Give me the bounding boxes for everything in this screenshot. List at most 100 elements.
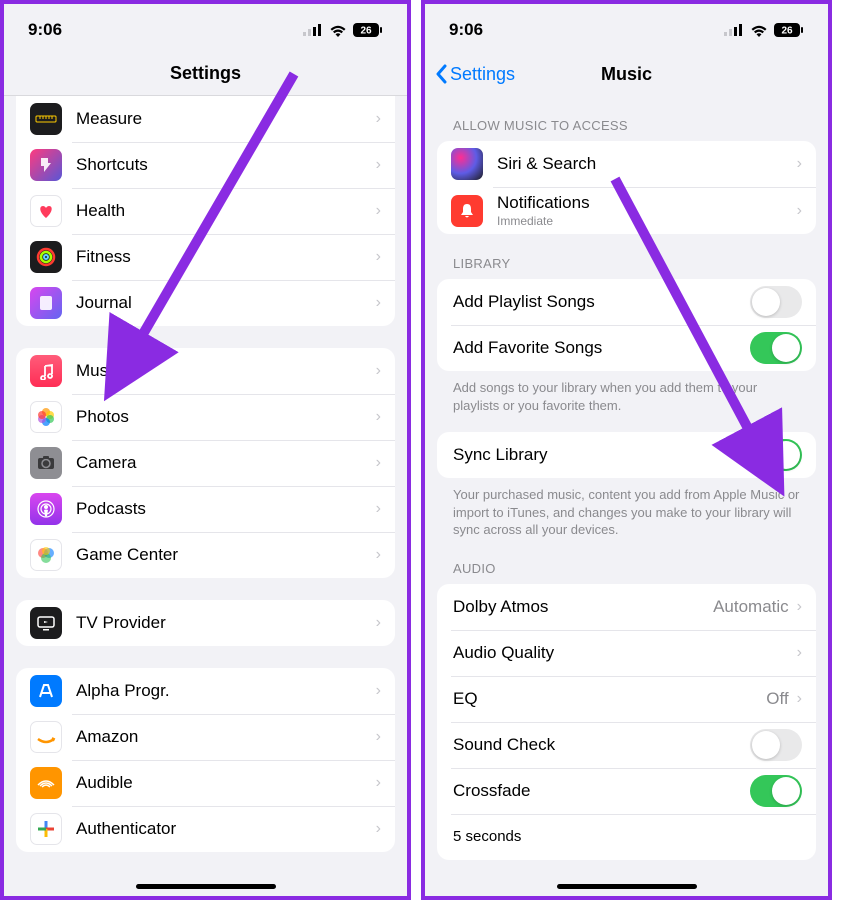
- chevron-right-icon: ›: [376, 820, 381, 838]
- photos-icon: [30, 401, 62, 433]
- row-camera[interactable]: Camera ›: [16, 440, 395, 486]
- toggle-sound-check[interactable]: [750, 729, 802, 761]
- row-label: Audible: [76, 773, 376, 793]
- row-label: Audio Quality: [453, 643, 797, 663]
- section-footer-library: Add songs to your library when you add t…: [425, 371, 828, 414]
- row-label: Authenticator: [76, 819, 376, 839]
- row-photos[interactable]: Photos ›: [16, 394, 395, 440]
- row-sync-library[interactable]: Sync Library: [437, 432, 816, 478]
- row-fitness[interactable]: Fitness ›: [16, 234, 395, 280]
- row-music[interactable]: Music ›: [16, 348, 395, 394]
- row-eq[interactable]: EQ Off ›: [437, 676, 816, 722]
- row-crossfade-time[interactable]: 5 seconds: [437, 814, 816, 860]
- row-label: Notifications: [497, 193, 797, 213]
- row-label: Alpha Progr.: [76, 681, 376, 701]
- nav-bar: Settings Music: [425, 52, 828, 96]
- back-button[interactable]: Settings: [435, 64, 515, 85]
- row-label: Game Center: [76, 545, 376, 565]
- row-measure[interactable]: Measure ›: [16, 96, 395, 142]
- row-tv-provider[interactable]: TV Provider ›: [16, 600, 395, 646]
- back-label: Settings: [450, 64, 515, 85]
- toggle-add-playlist-songs[interactable]: [750, 286, 802, 318]
- chevron-right-icon: ›: [376, 728, 381, 746]
- row-audio-quality[interactable]: Audio Quality ›: [437, 630, 816, 676]
- row-alpha-progr[interactable]: Alpha Progr. ›: [16, 668, 395, 714]
- row-audible[interactable]: Audible ›: [16, 760, 395, 806]
- row-authenticator[interactable]: Authenticator ›: [16, 806, 395, 852]
- toggle-sync-library[interactable]: [750, 439, 802, 471]
- health-icon: [30, 195, 62, 227]
- row-sound-check[interactable]: Sound Check: [437, 722, 816, 768]
- status-time: 9:06: [449, 20, 483, 40]
- row-label: Add Playlist Songs: [453, 292, 750, 312]
- section-header-library: Library: [425, 234, 828, 279]
- toggle-add-favorite-songs[interactable]: [750, 332, 802, 364]
- row-label: Amazon: [76, 727, 376, 747]
- row-label: Podcasts: [76, 499, 376, 519]
- chevron-right-icon: ›: [797, 598, 802, 616]
- row-value: Off: [766, 689, 788, 709]
- wifi-icon: [750, 24, 768, 37]
- row-add-playlist-songs[interactable]: Add Playlist Songs: [437, 279, 816, 325]
- row-label: 5 seconds: [453, 828, 802, 845]
- amazon-icon: [30, 721, 62, 753]
- settings-list[interactable]: Measure › Shortcuts › Health › Fitness ›…: [4, 96, 407, 896]
- chevron-right-icon: ›: [797, 202, 802, 220]
- notifications-icon: [451, 195, 483, 227]
- music-icon: [30, 355, 62, 387]
- row-shortcuts[interactable]: Shortcuts ›: [16, 142, 395, 188]
- row-label: Photos: [76, 407, 376, 427]
- row-dolby-atmos[interactable]: Dolby Atmos Automatic ›: [437, 584, 816, 630]
- chevron-right-icon: ›: [797, 644, 802, 662]
- row-podcasts[interactable]: Podcasts ›: [16, 486, 395, 532]
- chevron-right-icon: ›: [797, 690, 802, 708]
- siri-icon: [451, 148, 483, 180]
- row-label: Siri & Search: [497, 154, 797, 174]
- audible-icon: [30, 767, 62, 799]
- shortcuts-icon: [30, 149, 62, 181]
- row-siri-search[interactable]: Siri & Search ›: [437, 141, 816, 187]
- row-label: Health: [76, 201, 376, 221]
- row-notifications[interactable]: Notifications Immediate ›: [437, 187, 816, 234]
- chevron-right-icon: ›: [376, 362, 381, 380]
- fitness-icon: [30, 241, 62, 273]
- row-label: Measure: [76, 109, 376, 129]
- row-label: Dolby Atmos: [453, 597, 713, 617]
- camera-icon: [30, 447, 62, 479]
- toggle-crossfade[interactable]: [750, 775, 802, 807]
- status-time: 9:06: [28, 20, 62, 40]
- chevron-right-icon: ›: [376, 248, 381, 266]
- chevron-left-icon: [435, 64, 447, 84]
- chevron-right-icon: ›: [376, 202, 381, 220]
- row-value: Automatic: [713, 597, 789, 617]
- chevron-right-icon: ›: [376, 774, 381, 792]
- row-health[interactable]: Health ›: [16, 188, 395, 234]
- section-footer-sync: Your purchased music, content you add fr…: [425, 478, 828, 539]
- phone-right-music: 9:06 26 Settings Music Allow Music to Ac…: [421, 0, 832, 900]
- journal-icon: [30, 287, 62, 319]
- row-amazon[interactable]: Amazon ›: [16, 714, 395, 760]
- row-label: Music: [76, 361, 376, 381]
- svg-text:26: 26: [781, 26, 793, 37]
- row-label: Sync Library: [453, 445, 750, 465]
- svg-text:26: 26: [360, 26, 372, 37]
- row-crossfade[interactable]: Crossfade: [437, 768, 816, 814]
- row-journal[interactable]: Journal ›: [16, 280, 395, 326]
- chevron-right-icon: ›: [376, 110, 381, 128]
- nav-bar: Settings: [4, 52, 407, 96]
- wifi-icon: [329, 24, 347, 37]
- page-title: Settings: [170, 63, 241, 84]
- music-settings-list[interactable]: Allow Music to Access Siri & Search › No…: [425, 96, 828, 896]
- row-sublabel: Immediate: [497, 214, 797, 228]
- authenticator-icon: [30, 813, 62, 845]
- home-indicator[interactable]: [136, 884, 276, 889]
- home-indicator[interactable]: [557, 884, 697, 889]
- chevron-right-icon: ›: [376, 546, 381, 564]
- chevron-right-icon: ›: [376, 614, 381, 632]
- phone-left-settings: 9:06 26 Settings Measure › Shortc: [0, 0, 411, 900]
- measure-icon: [30, 103, 62, 135]
- row-game-center[interactable]: Game Center ›: [16, 532, 395, 578]
- status-bar: 9:06 26: [425, 4, 828, 52]
- row-add-favorite-songs[interactable]: Add Favorite Songs: [437, 325, 816, 371]
- row-label: TV Provider: [76, 613, 376, 633]
